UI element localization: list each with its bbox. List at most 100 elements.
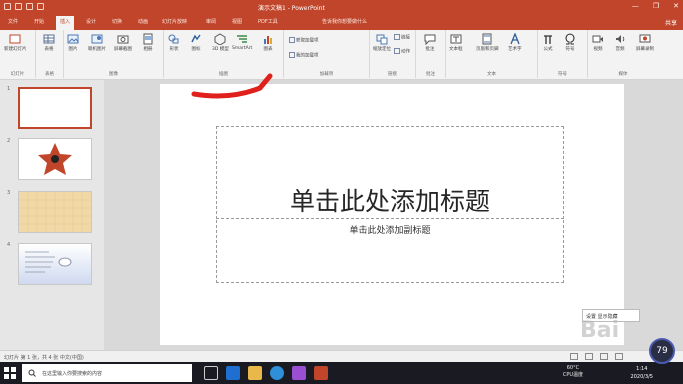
audio-button[interactable]: 音频 [614, 33, 626, 52]
slide-sorter-icon[interactable] [600, 353, 608, 360]
table-label: 表格 [44, 47, 54, 52]
floating-badge[interactable]: 79 [649, 338, 675, 364]
watermark-text: Bai [580, 318, 620, 343]
group-label-comments: 批注 [426, 72, 435, 77]
screen-record-icon [639, 34, 651, 43]
redo-icon[interactable] [26, 3, 33, 10]
link-button[interactable]: 链接 [394, 34, 410, 41]
taskbar-search[interactable]: 在这里输入你要搜索的内容 [22, 364, 192, 382]
slide-thumbnail-4[interactable] [18, 243, 92, 285]
wordart-label: 艺术字 [508, 47, 522, 52]
group-label-symbols: 符号 [558, 72, 567, 77]
powerpoint-icon[interactable] [314, 366, 328, 380]
share-button[interactable]: 共享 [665, 18, 677, 27]
slide-canvas[interactable]: 单击此处添加标题 单击此处添加副标题 [160, 84, 624, 345]
screen-recording-label: 屏幕录制 [636, 47, 654, 52]
zoom-button[interactable]: 缩放定位 [373, 33, 391, 52]
wordart-button[interactable]: 艺术字 [508, 33, 522, 52]
audio-label: 音频 [615, 47, 625, 52]
slide-thumbnail-2[interactable] [18, 138, 92, 180]
title-placeholder-text: 单击此处添加标题 [289, 187, 490, 216]
symbol-button[interactable]: 符号 [564, 33, 576, 52]
group-images: 图片 联机图片 屏幕截图 相册 图像 [64, 30, 164, 78]
online-picture-button[interactable]: 联机图片 [88, 33, 106, 52]
group-label-slides: 幻灯片 [10, 72, 25, 77]
thumbnail-number: 4 [7, 242, 11, 248]
notes-icon[interactable] [570, 353, 578, 360]
close-button[interactable]: ✕ [673, 2, 679, 10]
view-controls [570, 353, 623, 360]
table-button[interactable]: 表格 [43, 33, 55, 52]
slide-thumbnail-1[interactable] [18, 87, 92, 129]
action-label: 动作 [401, 49, 410, 55]
tab-view[interactable]: 视图 [232, 18, 242, 25]
tab-slideshow[interactable]: 幻灯片放映 [162, 18, 187, 25]
addin-icon [289, 52, 295, 58]
shapes-button[interactable]: 形状 [168, 33, 180, 52]
subtitle-placeholder[interactable]: 单击此处添加副标题 [216, 220, 564, 283]
tab-insert[interactable]: 插入 [56, 16, 75, 30]
my-addins-button[interactable]: 我的加载项 [289, 52, 319, 59]
zoom-label: 缩放定位 [373, 47, 391, 52]
ribbon: 新建幻灯片 幻灯片 表格 表格 图片 联机图片 屏幕截图 相册 图像 形状 图标… [0, 30, 683, 80]
taskbar: 在这里输入你要搜索的内容 60°C CPU温度 1:14 2020/3/5 [0, 362, 683, 384]
clock[interactable]: 1:14 2020/3/5 [631, 365, 653, 381]
picture-button[interactable]: 图片 [67, 33, 79, 52]
app-icon[interactable] [292, 366, 306, 380]
quick-access-toolbar [4, 3, 44, 10]
omega-icon [565, 33, 575, 45]
new-slide-button[interactable]: 新建幻灯片 [4, 33, 27, 52]
textbox-button[interactable]: 文本框 [449, 33, 463, 52]
get-addins-button[interactable]: 获取加载项 [289, 37, 319, 44]
file-explorer-icon[interactable] [248, 366, 262, 380]
windows-start-icon[interactable] [4, 367, 16, 379]
minimize-button[interactable]: — [632, 2, 639, 10]
icons-button[interactable]: 图标 [190, 33, 202, 52]
screenshot-button[interactable]: 屏幕截图 [114, 33, 132, 52]
start-from-beginning-icon[interactable] [37, 3, 44, 10]
new-slide-label: 新建幻灯片 [4, 47, 27, 52]
action-button[interactable]: 动作 [394, 48, 410, 55]
equation-button[interactable]: 公式 [542, 33, 554, 52]
group-text: 文本框 页眉和页脚 艺术字 文本 [446, 30, 538, 78]
slide-thumbnail-3[interactable] [18, 191, 92, 233]
maximize-button[interactable]: ❐ [653, 2, 659, 10]
picture-label: 图片 [68, 47, 78, 52]
normal-view-icon[interactable] [585, 353, 593, 360]
tab-design[interactable]: 设计 [86, 18, 96, 25]
video-button[interactable]: 视频 [592, 33, 604, 52]
title-placeholder[interactable]: 单击此处添加标题 [216, 126, 564, 219]
group-tables: 表格 表格 [36, 30, 64, 78]
smartart-button[interactable]: SmartArt [232, 33, 252, 51]
tell-me-search[interactable]: 告诉我你想要做什么 [322, 18, 367, 25]
screen-recording-button[interactable]: 屏幕录制 [636, 33, 654, 52]
reading-view-icon[interactable] [615, 353, 623, 360]
group-addins: 获取加载项 我的加载项 加载项 [284, 30, 370, 78]
photo-album-label: 相册 [143, 47, 153, 52]
tab-pdf-tools[interactable]: PDF工具 [258, 18, 278, 25]
get-addins-label: 获取加载项 [296, 38, 319, 44]
search-icon [28, 369, 36, 377]
tab-file[interactable]: 文件 [8, 18, 18, 25]
red-underline-mark [191, 73, 273, 99]
group-comments: 批注 批注 [416, 30, 446, 78]
chart-button[interactable]: 图表 [262, 33, 274, 52]
edge-icon[interactable] [226, 366, 240, 380]
undo-icon[interactable] [15, 3, 22, 10]
header-footer-button[interactable]: 页眉和页脚 [476, 33, 499, 52]
star-graphic-icon [38, 143, 72, 175]
online-picture-label: 联机图片 [88, 47, 106, 52]
3d-models-button[interactable]: 3D 模型 [212, 33, 229, 52]
tab-home[interactable]: 开始 [34, 18, 44, 25]
photo-album-button[interactable]: 相册 [142, 33, 154, 52]
browser-icon[interactable] [270, 366, 284, 380]
save-icon[interactable] [4, 3, 11, 10]
pattern-background [19, 192, 91, 232]
tab-animations[interactable]: 动画 [138, 18, 148, 25]
wordart-icon [510, 33, 520, 45]
tab-review[interactable]: 审阅 [206, 18, 216, 25]
comment-button[interactable]: 批注 [424, 33, 436, 52]
tab-transitions[interactable]: 切换 [112, 18, 122, 25]
ribbon-tabs: 文件 开始 插入 设计 切换 动画 幻灯片放映 审阅 视图 PDF工具 告诉我你… [0, 15, 683, 30]
task-view-icon[interactable] [204, 366, 218, 380]
